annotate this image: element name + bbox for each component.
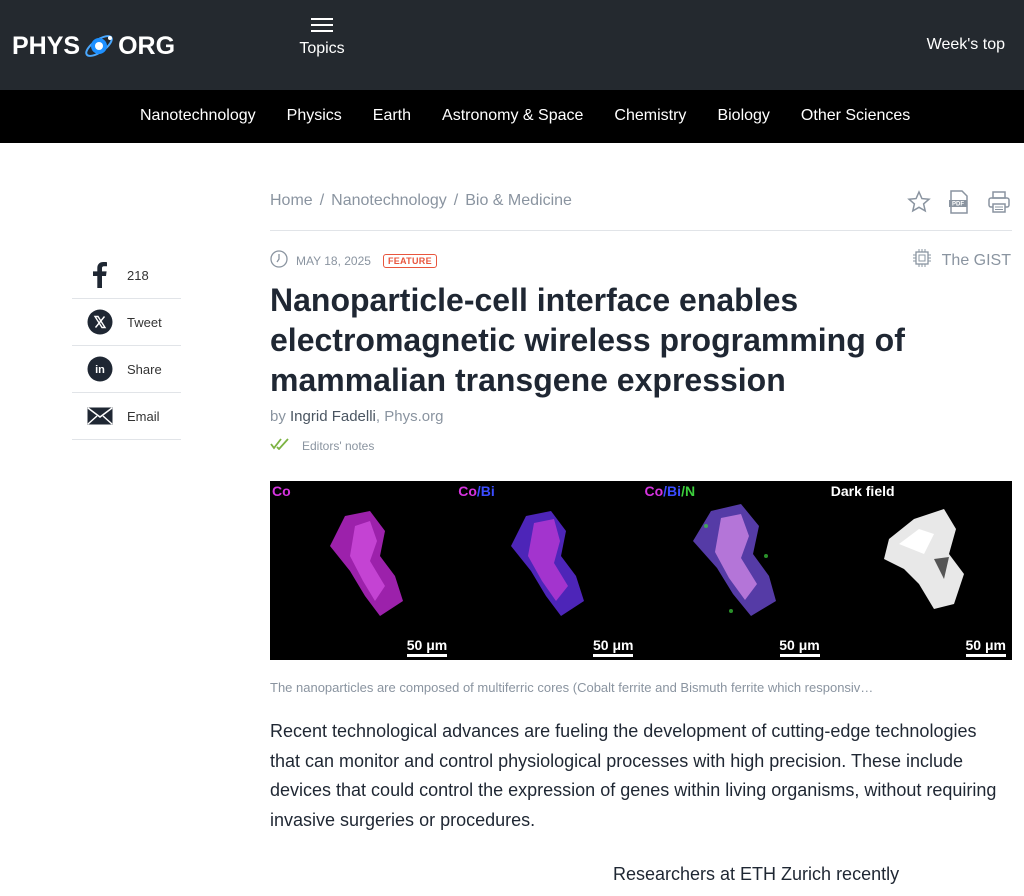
nav-item-astronomy-space[interactable]: Astronomy & Space [442, 107, 583, 125]
nav-item-earth[interactable]: Earth [373, 107, 411, 125]
double-check-icon [270, 438, 290, 453]
header-divider [270, 230, 1012, 231]
site-header: PHYS ORG Topics Week's top [0, 0, 1024, 90]
share-tweet-button[interactable]: Tweet [72, 299, 181, 346]
facebook-share-count: 218 [127, 267, 149, 283]
facebook-icon [72, 262, 127, 288]
byline: by Ingrid Fadelli, Phys.org [270, 408, 443, 425]
svg-text:in: in [95, 364, 105, 376]
breadcrumb: Home / Nanotechnology / Bio & Medicine [270, 192, 572, 210]
logo-orb-icon [82, 29, 116, 63]
author-name[interactable]: Ingrid Fadelli [290, 408, 376, 425]
nav-item-nanotechnology[interactable]: Nanotechnology [140, 107, 256, 125]
byline-prefix: by [270, 408, 286, 425]
scale-bar: 50 μm [779, 637, 820, 657]
the-gist-label: The GIST [941, 251, 1011, 269]
article-paragraph-2: Researchers at ETH Zurich recently [613, 864, 900, 884]
figure-panel-co-bi: Co/Bi 50 μm [456, 481, 640, 660]
email-label: Email [127, 408, 160, 424]
panel-label-co: Co [272, 483, 291, 499]
logo-text-right: ORG [118, 31, 176, 60]
the-gist-button[interactable]: The GIST [912, 248, 1011, 273]
editors-notes-link[interactable]: Editors' notes [270, 438, 374, 453]
share-email-button[interactable]: Email [72, 393, 181, 440]
share-facebook-button[interactable]: 218 [72, 252, 181, 299]
article-tools: PDF [906, 189, 1012, 215]
article-figure[interactable]: Co 50 μm Co/Bi 50 μm Co/Bi/N 50 μm Dark … [270, 481, 1012, 660]
email-icon [72, 407, 127, 425]
svg-text:PDF: PDF [952, 202, 964, 208]
article-source: , Phys.org [375, 408, 444, 425]
nav-item-biology[interactable]: Biology [717, 107, 769, 125]
linkedin-share-label: Share [127, 361, 162, 377]
topics-label: Topics [299, 40, 345, 57]
label-bi: /Bi [663, 483, 682, 499]
breadcrumb-bio-medicine[interactable]: Bio & Medicine [465, 192, 572, 210]
scale-bar: 50 μm [966, 637, 1006, 657]
scale-label: 50 μm [779, 637, 820, 653]
linkedin-icon: in [72, 356, 127, 382]
feature-badge: FEATURE [382, 253, 437, 268]
share-linkedin-button[interactable]: in Share [72, 346, 181, 393]
category-nav: Nanotechnology Physics Earth Astronomy &… [0, 90, 1024, 143]
weeks-top-link[interactable]: Week's top [927, 36, 1005, 54]
article-title: Nanoparticle-cell interface enables elec… [270, 282, 905, 398]
scale-label: 50 μm [965, 637, 1006, 653]
nanoparticle-cluster-white [883, 509, 964, 609]
nanoparticle-cluster-magenta [330, 511, 403, 616]
topics-menu-button[interactable]: Topics [296, 18, 348, 58]
share-sidebar: 218 Tweet in Share Email [72, 252, 181, 440]
clock-icon [270, 250, 288, 271]
article-paragraph-1: Recent technological advances are fuelin… [270, 721, 997, 830]
label-co: Co [644, 483, 664, 499]
breadcrumb-home[interactable]: Home [270, 192, 313, 210]
x-twitter-icon [72, 309, 127, 335]
article-date: MAY 18, 2025 [296, 253, 371, 268]
figure-panel-dark-field: Dark field 50 μm [828, 481, 1012, 660]
label-bi: /Bi [476, 483, 495, 499]
panel-label-dark-field: Dark field [830, 483, 895, 499]
figure-caption: The nanoparticles are composed of multif… [270, 680, 874, 695]
print-icon[interactable] [986, 189, 1012, 215]
nav-item-other-sciences[interactable]: Other Sciences [801, 107, 910, 125]
nav-item-chemistry[interactable]: Chemistry [614, 107, 686, 125]
breadcrumb-nanotechnology[interactable]: Nanotechnology [331, 192, 447, 210]
scale-bar: 50 μm [593, 637, 634, 657]
breadcrumb-separator: / [319, 192, 325, 209]
article-meta: MAY 18, 2025 FEATURE [270, 250, 437, 271]
hamburger-icon [311, 18, 333, 32]
figure-panel-co: Co 50 μm [270, 481, 454, 660]
nav-item-physics[interactable]: Physics [287, 107, 342, 125]
nanoparticle-cluster-mixed [692, 504, 776, 616]
scale-label: 50 μm [406, 637, 448, 653]
logo-text-left: PHYS [12, 31, 81, 60]
pdf-icon[interactable]: PDF [946, 189, 972, 215]
panel-label-co-bi: Co/Bi [458, 483, 495, 499]
breadcrumb-separator: / [453, 192, 459, 209]
phys-org-logo[interactable]: PHYS ORG [12, 26, 175, 66]
label-co: Co [458, 483, 477, 499]
bookmark-star-icon[interactable] [906, 189, 932, 215]
scale-label: 50 μm [593, 637, 634, 653]
nanoparticle-cluster-purple [511, 511, 585, 616]
ai-chip-icon [912, 248, 932, 273]
editors-notes-label: Editors' notes [302, 438, 375, 453]
scale-bar: 50 μm [407, 637, 447, 657]
figure-panel-co-bi-n: Co/Bi/N 50 μm [642, 481, 826, 660]
tweet-label: Tweet [127, 314, 162, 330]
